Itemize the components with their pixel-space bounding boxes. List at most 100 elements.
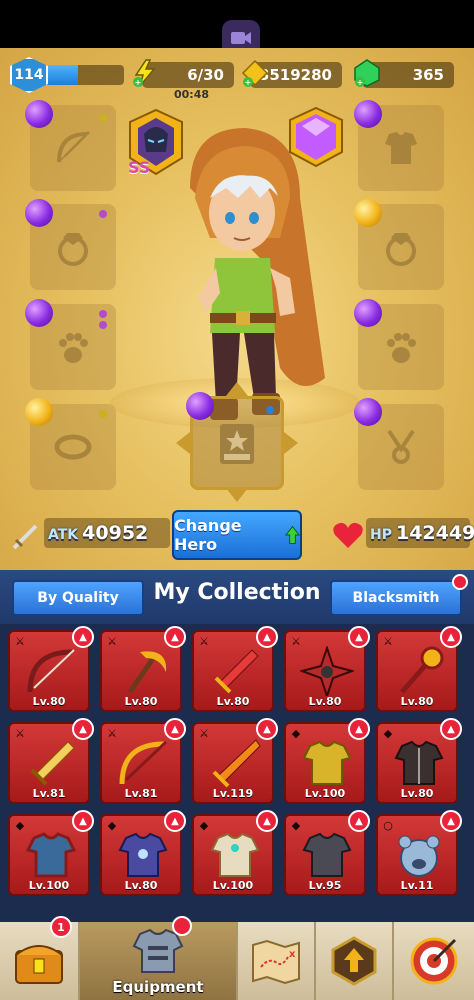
item-level: Lv.95 <box>308 879 342 892</box>
collection-item[interactable]: ◆ ▲ Lv.80 <box>100 810 186 896</box>
player-level-badge[interactable]: 114 <box>10 57 48 93</box>
shuriken-icon <box>300 646 354 696</box>
upgrade-available-icon: ▲ <box>164 718 186 740</box>
item-level: Lv.100 <box>212 879 254 892</box>
collection-item[interactable]: ⚔ ▲ Lv.80 <box>8 626 94 712</box>
nav-upgrade[interactable] <box>316 922 394 1000</box>
upgrade-available-icon: ▲ <box>72 718 94 740</box>
hp-label: HP <box>370 527 392 543</box>
collection-item[interactable]: ⚔ ▲ Lv.80 <box>192 626 278 712</box>
armor-white-icon <box>210 832 260 877</box>
arrow-left-icon <box>176 432 190 454</box>
item-level: Lv.80 <box>308 695 342 708</box>
arrow-up-icon <box>226 382 248 396</box>
skin-rank-label: SS <box>128 158 151 177</box>
atk-value: 40952 <box>82 522 149 544</box>
collection-item[interactable]: ⚔ ▲ Lv.80 <box>100 626 186 712</box>
collection-item[interactable]: ⚔ ▲ Lv.80 <box>376 626 462 712</box>
book-icon <box>220 424 254 464</box>
collection-item[interactable]: ⚔ ▲ Lv.119 <box>192 718 278 804</box>
xp-bar <box>40 65 124 85</box>
bottom-nav: 1 Equipment x <box>0 916 474 1000</box>
item-level: Lv.80 <box>32 695 66 708</box>
bracelet-slot-orb <box>25 398 53 426</box>
robe-dark-icon <box>394 740 444 785</box>
upgrade-icon <box>331 936 377 986</box>
ring-slot-1-orb <box>25 199 53 227</box>
item-level: Lv.11 <box>400 879 434 892</box>
hero-area: 114 6/30 + 00:48 3519280 + 365 + SS ATK … <box>0 48 474 570</box>
nav-map[interactable]: x <box>238 922 316 1000</box>
arrow-right-icon <box>284 432 298 454</box>
pet-slot-2-orb <box>354 299 382 327</box>
upgrade-available-icon: ▲ <box>256 810 278 832</box>
upgrade-available-icon: ▲ <box>348 718 370 740</box>
item-level: Lv.80 <box>400 695 434 708</box>
status-bar <box>0 0 474 56</box>
equipment-notification-badge <box>172 916 192 936</box>
collection-title: My Collection <box>153 580 321 605</box>
sword-fire-icon <box>212 739 261 788</box>
collection-header: By Quality My Collection Blacksmith <box>0 570 474 624</box>
collection-item[interactable]: ◆ ▲ Lv.100 <box>8 810 94 896</box>
item-level: Lv.81 <box>32 787 66 800</box>
pet-slot-1-dot-b <box>99 321 107 329</box>
svg-text:+: + <box>135 78 142 87</box>
collection-item[interactable]: ◆ ▲ Lv.95 <box>284 810 370 896</box>
spellbook-slot-orb <box>186 392 214 420</box>
ring-slot-2-orb <box>354 199 382 227</box>
paw-icon <box>387 333 416 363</box>
item-level: Lv.100 <box>304 787 346 800</box>
bow-gold-icon <box>119 740 168 785</box>
collection-item[interactable]: ◆ ▲ Lv.100 <box>284 718 370 804</box>
nav-chest[interactable]: 1 <box>0 916 80 1000</box>
blacksmith-button[interactable]: Blacksmith <box>330 580 462 616</box>
bracelet-icon <box>54 434 92 460</box>
energy-icon: + <box>130 58 160 88</box>
svg-text:x: x <box>289 949 296 960</box>
sword-icon <box>12 524 38 550</box>
collection-item[interactable]: ⚔ ▲ Lv.81 <box>8 718 94 804</box>
collection-item[interactable]: ⚔ ▲ Lv.81 <box>100 718 186 804</box>
necklace-icon <box>387 429 415 464</box>
upgrade-available-icon: ▲ <box>348 810 370 832</box>
ring-icon <box>58 233 88 266</box>
blacksmith-notification-badge <box>452 574 468 590</box>
heart-icon <box>333 522 363 548</box>
upgrade-available-icon: ▲ <box>164 626 186 648</box>
nav-challenge[interactable] <box>394 922 474 1000</box>
armor-black-icon <box>302 832 352 877</box>
change-hero-button[interactable]: Change Hero <box>172 510 302 560</box>
atk-stat: ATK 40952 <box>48 522 148 544</box>
collection-item[interactable]: ◆ ▲ Lv.100 <box>192 810 278 896</box>
armor-gold-icon <box>302 740 352 785</box>
upgrade-available-icon: ▲ <box>440 626 462 648</box>
upgrade-available-icon: ▲ <box>440 718 462 740</box>
item-level: Lv.80 <box>124 879 158 892</box>
by-quality-button[interactable]: By Quality <box>12 580 144 616</box>
change-hero-label: Change Hero <box>174 516 242 554</box>
collection-item[interactable]: ◆ ▲ Lv.80 <box>376 718 462 804</box>
pet-slot-1-orb <box>25 299 53 327</box>
hero-gem-badge[interactable] <box>286 106 346 168</box>
bracelet-slot-dot <box>99 410 107 418</box>
upgrade-available-icon: ▲ <box>164 810 186 832</box>
upgrade-available-icon: ▲ <box>256 718 278 740</box>
item-level: Lv.119 <box>212 787 254 800</box>
ring-slot-1-dot <box>99 210 107 218</box>
scythe-icon <box>127 651 167 694</box>
target-icon <box>410 937 458 985</box>
upgrade-available-icon: ▲ <box>256 626 278 648</box>
collection-item[interactable]: ○ ▲ Lv.11 <box>376 810 462 896</box>
paw-icon <box>59 333 88 363</box>
upgrade-available-icon: ▲ <box>72 626 94 648</box>
armor-icon <box>385 132 417 164</box>
collection-item[interactable]: ⚔ ▲ Lv.80 <box>284 626 370 712</box>
nav-equipment[interactable]: Equipment <box>80 916 238 1000</box>
item-level: Lv.80 <box>216 695 250 708</box>
hp-stat: HP 142449 <box>370 522 474 544</box>
armor-slot-orb <box>354 100 382 128</box>
item-level: Lv.80 <box>124 695 158 708</box>
resource-bar: 114 6/30 + 00:48 3519280 + 365 + <box>0 48 474 104</box>
svg-text:+: + <box>245 78 252 87</box>
